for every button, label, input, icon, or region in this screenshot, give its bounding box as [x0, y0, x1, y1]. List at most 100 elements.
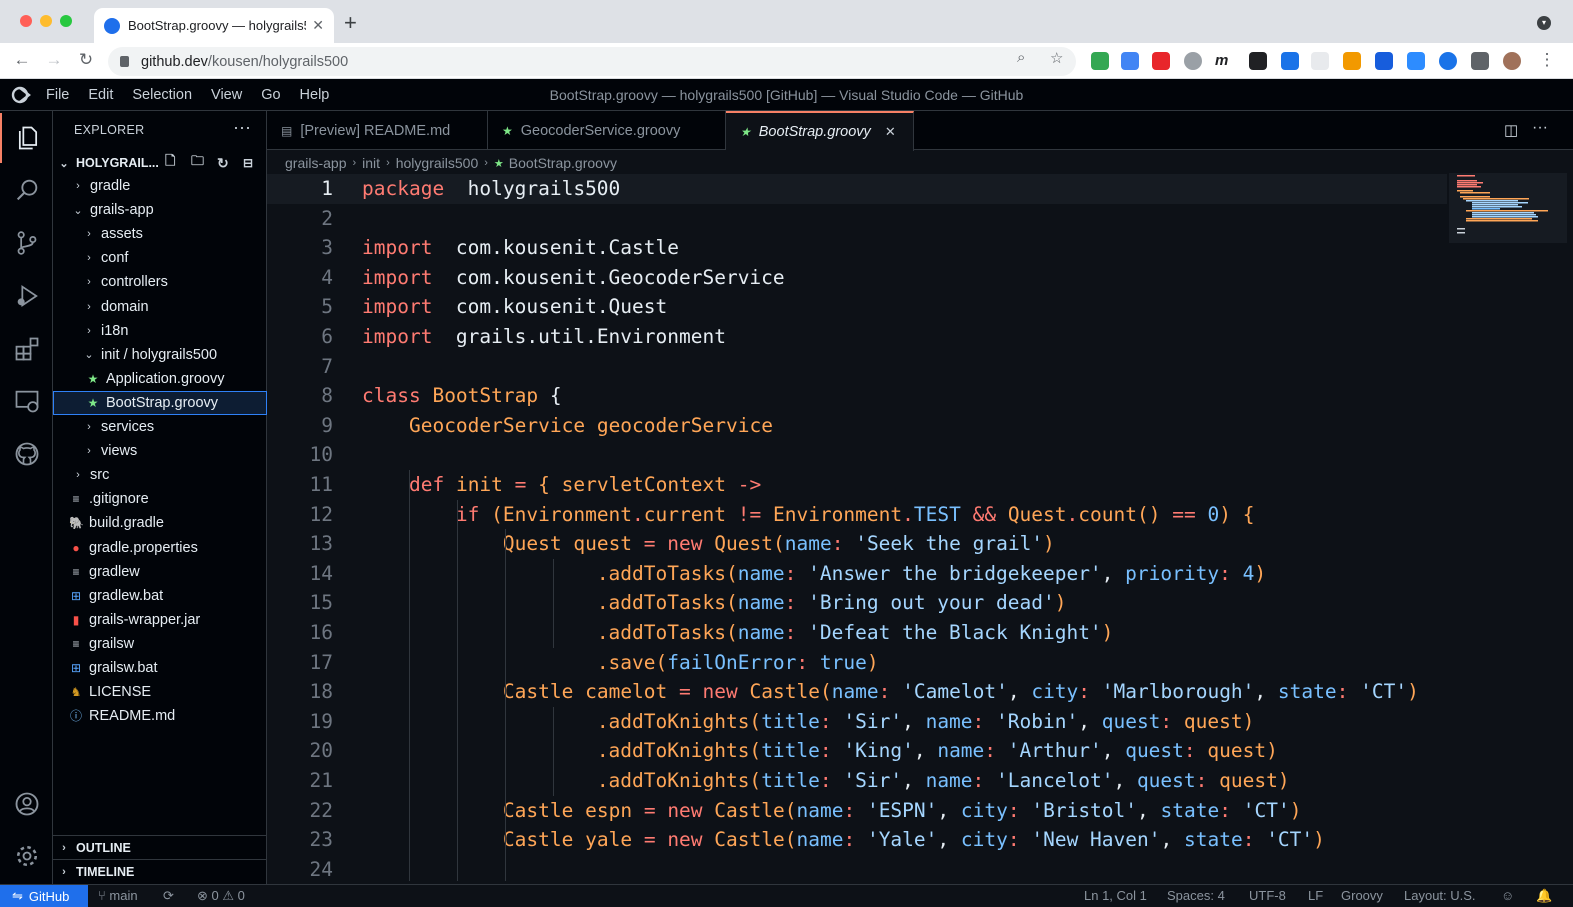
tree-file[interactable]: ▮ grails-wrapper.jar — [53, 608, 267, 632]
new-file-icon[interactable]: 🗋 — [165, 152, 175, 174]
timeline-section-header[interactable]: › TIMELINE — [53, 859, 267, 883]
close-tab-icon[interactable]: ✕ — [312, 17, 324, 34]
tree-file[interactable]: ⊞ gradlew.bat — [53, 584, 267, 608]
extension-balloon-icon[interactable] — [1184, 52, 1202, 70]
end-of-line[interactable]: LF — [1308, 888, 1323, 903]
tree-folder[interactable]: ⌄ grails-app — [53, 198, 267, 222]
remote-indicator[interactable]: ⇋ GitHub — [0, 885, 88, 907]
code-editor[interactable]: 1 package holygrails500 2 3 import com.kouse… — [267, 173, 1447, 881]
tree-folder[interactable]: › services — [53, 415, 267, 439]
new-folder-icon[interactable]: 🗀 — [191, 152, 204, 174]
win-file-icon: ⊞ — [70, 588, 82, 603]
tree-file[interactable]: ♞ LICENSE — [53, 680, 267, 704]
minimap[interactable] — [1449, 173, 1567, 881]
browser-tab[interactable]: BootStrap.groovy — holygrails5 ✕ — [94, 8, 334, 43]
explorer-activity-button[interactable] — [0, 113, 53, 163]
notifications-icon[interactable]: 🔔 — [1536, 888, 1552, 904]
avatar[interactable] — [1503, 52, 1521, 70]
tree-folder[interactable]: › src — [53, 463, 267, 487]
split-editor-icon[interactable]: ◫ — [1504, 121, 1518, 139]
extension-screenshot-icon[interactable] — [1281, 52, 1299, 70]
code-token: && — [972, 502, 997, 526]
tree-file[interactable]: ≡ .gitignore — [53, 487, 267, 511]
outline-section-header[interactable]: › OUTLINE — [53, 835, 267, 859]
more-actions-icon[interactable]: ··· — [1532, 119, 1548, 137]
cursor-position[interactable]: Ln 1, Col 1 — [1084, 888, 1147, 903]
keyboard-layout[interactable]: Layout: U.S. — [1404, 888, 1476, 903]
sync-icon[interactable]: ⟳ — [163, 888, 174, 904]
encoding[interactable]: UTF-8 — [1249, 888, 1286, 903]
browser-menu-icon[interactable]: ⋮ — [1536, 50, 1558, 70]
tree-folder[interactable]: › assets — [53, 222, 267, 246]
search-activity-button[interactable] — [0, 165, 53, 215]
extension-network-icon[interactable] — [1343, 52, 1361, 70]
refresh-icon[interactable]: ↻ — [217, 155, 229, 172]
tab-bootstrap[interactable]: ★ BootStrap.groovy ✕ — [726, 111, 914, 151]
forward-icon[interactable]: → — [43, 50, 65, 70]
remote-label: GitHub — [28, 888, 70, 904]
feedback-icon[interactable]: ☺ — [1501, 888, 1514, 903]
tree-folder[interactable]: ⌄ init / holygrails500 — [53, 343, 267, 367]
tab-readme-preview[interactable]: ▤ [Preview] README.md — [267, 111, 488, 150]
tree-file[interactable]: ⊞ grailsw.bat — [53, 656, 267, 680]
remote-explorer-activity-button[interactable] — [0, 376, 53, 426]
tree-file[interactable]: ● gradle.properties — [53, 536, 267, 560]
branch-indicator[interactable]: ⑂ main — [98, 888, 138, 903]
workspace-folder-header[interactable]: ⌄ HOLYGRAIL... 🗋 🗀 ↻ ⊟ — [53, 152, 267, 174]
back-icon[interactable]: ← — [11, 50, 33, 70]
address-bar[interactable]: github.dev/kousen/holygrails500 — [108, 47, 1076, 76]
extension-acrobat-icon[interactable] — [1152, 52, 1170, 70]
tree-file[interactable]: ≡ grailsw — [53, 632, 267, 656]
new-tab-button[interactable]: + — [344, 12, 357, 34]
minimize-window-button[interactable] — [40, 15, 52, 27]
jar-file-icon: ▮ — [72, 612, 80, 627]
extension-translate-icon[interactable] — [1121, 52, 1139, 70]
language-mode[interactable]: Groovy — [1341, 888, 1383, 903]
run-debug-activity-button[interactable] — [0, 271, 53, 321]
collapse-all-icon[interactable]: ⊟ — [243, 156, 253, 170]
extension-bitwarden-icon[interactable] — [1375, 52, 1393, 70]
extension-clock-icon[interactable] — [1439, 52, 1457, 70]
tree-file[interactable]: ⓘ README.md — [53, 704, 267, 728]
extension-m-icon[interactable]: m — [1215, 52, 1233, 70]
breadcrumb-item[interactable]: holygrails500 — [396, 155, 479, 171]
extension-reader-icon[interactable] — [1311, 52, 1329, 70]
extension-cube-icon[interactable] — [1249, 52, 1267, 70]
zoom-window-button[interactable] — [60, 15, 72, 27]
close-tab-icon[interactable]: ✕ — [885, 124, 896, 140]
tree-folder[interactable]: › controllers — [53, 270, 267, 294]
accounts-activity-button[interactable] — [0, 779, 53, 829]
close-window-button[interactable] — [20, 15, 32, 27]
tree-folder[interactable]: › i18n — [53, 319, 267, 343]
tree-folder[interactable]: › views — [53, 439, 267, 463]
explorer-more-actions-button[interactable]: ··· — [233, 117, 251, 138]
source-control-activity-button[interactable] — [0, 218, 53, 268]
github-activity-button[interactable] — [0, 429, 53, 479]
run-debug-icon — [17, 285, 38, 307]
indentation[interactable]: Spaces: 4 — [1167, 888, 1225, 903]
tree-file[interactable]: ★ BootStrap.groovy — [53, 390, 267, 415]
breadcrumb-item[interactable]: grails-app — [285, 155, 346, 171]
breadcrumb-item[interactable]: BootStrap.groovy — [509, 155, 617, 171]
tree-file[interactable]: ★ Application.groovy — [53, 367, 267, 391]
bookmark-star-icon[interactable]: ☆ — [1050, 49, 1063, 67]
zoom-icon[interactable]: ⌕ — [1017, 49, 1025, 66]
manage-activity-button[interactable] — [0, 831, 53, 881]
tree-folder[interactable]: › conf — [53, 246, 267, 270]
extensions-puzzle-icon[interactable] — [1471, 52, 1489, 70]
code-line: 5 import com.kousenit.Quest — [267, 292, 1447, 322]
tree-folder[interactable]: › domain — [53, 295, 267, 319]
extension-phone-icon[interactable] — [1091, 52, 1109, 70]
tree-folder[interactable]: › gradle — [53, 174, 267, 198]
extension-zoom-icon[interactable] — [1407, 52, 1425, 70]
extensions-activity-button[interactable] — [0, 324, 53, 374]
breadcrumb-item[interactable]: init — [362, 155, 380, 171]
code-text: if (Environment.current != Environment.T… — [362, 500, 1255, 530]
tree-file[interactable]: ≡ gradlew — [53, 560, 267, 584]
code-token: 'Bring out your dead' — [808, 591, 1055, 615]
tab-search-icon[interactable]: ▾ — [1537, 16, 1551, 30]
reload-icon[interactable]: ↻ — [75, 50, 97, 70]
tab-geocoder-service[interactable]: ★ GeocoderService.groovy — [488, 111, 726, 150]
tree-file[interactable]: 🐘 build.gradle — [53, 511, 267, 535]
problems-indicator[interactable]: ⊗ 0 ⚠ 0 — [197, 888, 245, 904]
